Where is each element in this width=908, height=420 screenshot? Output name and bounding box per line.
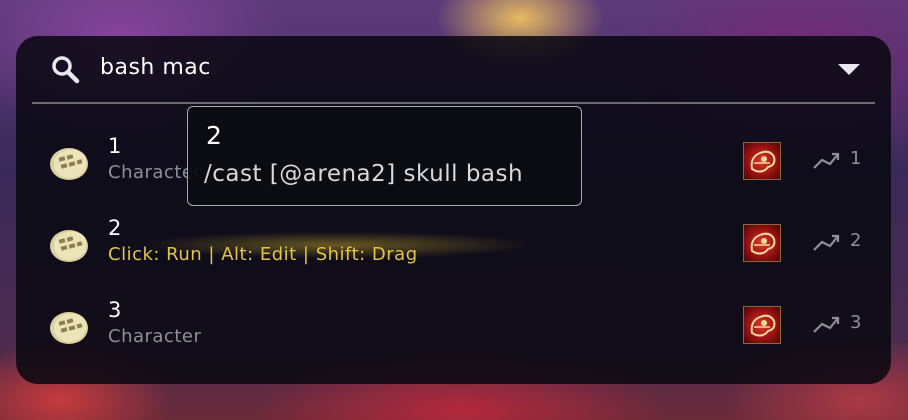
macro-icon: [50, 148, 88, 180]
macro-name: 1: [108, 134, 122, 158]
keybind-label: 2: [850, 230, 862, 251]
tooltip-macro-text: /cast [@arena2] skull bash: [204, 161, 524, 187]
skull-bash-icon: [743, 142, 781, 180]
macro-name: 2: [108, 216, 122, 240]
search-bar[interactable]: bash mac: [32, 50, 875, 90]
macro-icon: [50, 230, 88, 262]
macro-name: 3: [108, 298, 122, 322]
keybind-label: 1: [850, 148, 862, 169]
tooltip-title: 2: [206, 121, 222, 150]
chevron-down-icon[interactable]: [837, 63, 861, 77]
keybind-icon: [813, 234, 840, 251]
macro-action-hint: Click: Run | Alt: Edit | Shift: Drag: [108, 244, 418, 265]
macro-search-panel: bash mac 1 Character 1 2 Click: Run | Al…: [16, 36, 891, 384]
skull-bash-icon: [743, 224, 781, 262]
macro-row-3[interactable]: 3 Character 3: [16, 286, 891, 366]
keybind-icon: [813, 316, 840, 333]
keybind-label: 3: [850, 312, 862, 333]
search-input[interactable]: bash mac: [100, 55, 211, 80]
macro-tooltip: 2 /cast [@arena2] skull bash: [187, 106, 582, 206]
macro-icon: [50, 312, 88, 344]
search-icon: [52, 56, 80, 84]
keybind-icon: [813, 152, 840, 169]
divider: [32, 102, 875, 104]
macro-subtitle: Character: [108, 326, 202, 347]
skull-bash-icon: [743, 306, 781, 344]
macro-row-2[interactable]: 2 Click: Run | Alt: Edit | Shift: Drag 2: [16, 204, 891, 284]
